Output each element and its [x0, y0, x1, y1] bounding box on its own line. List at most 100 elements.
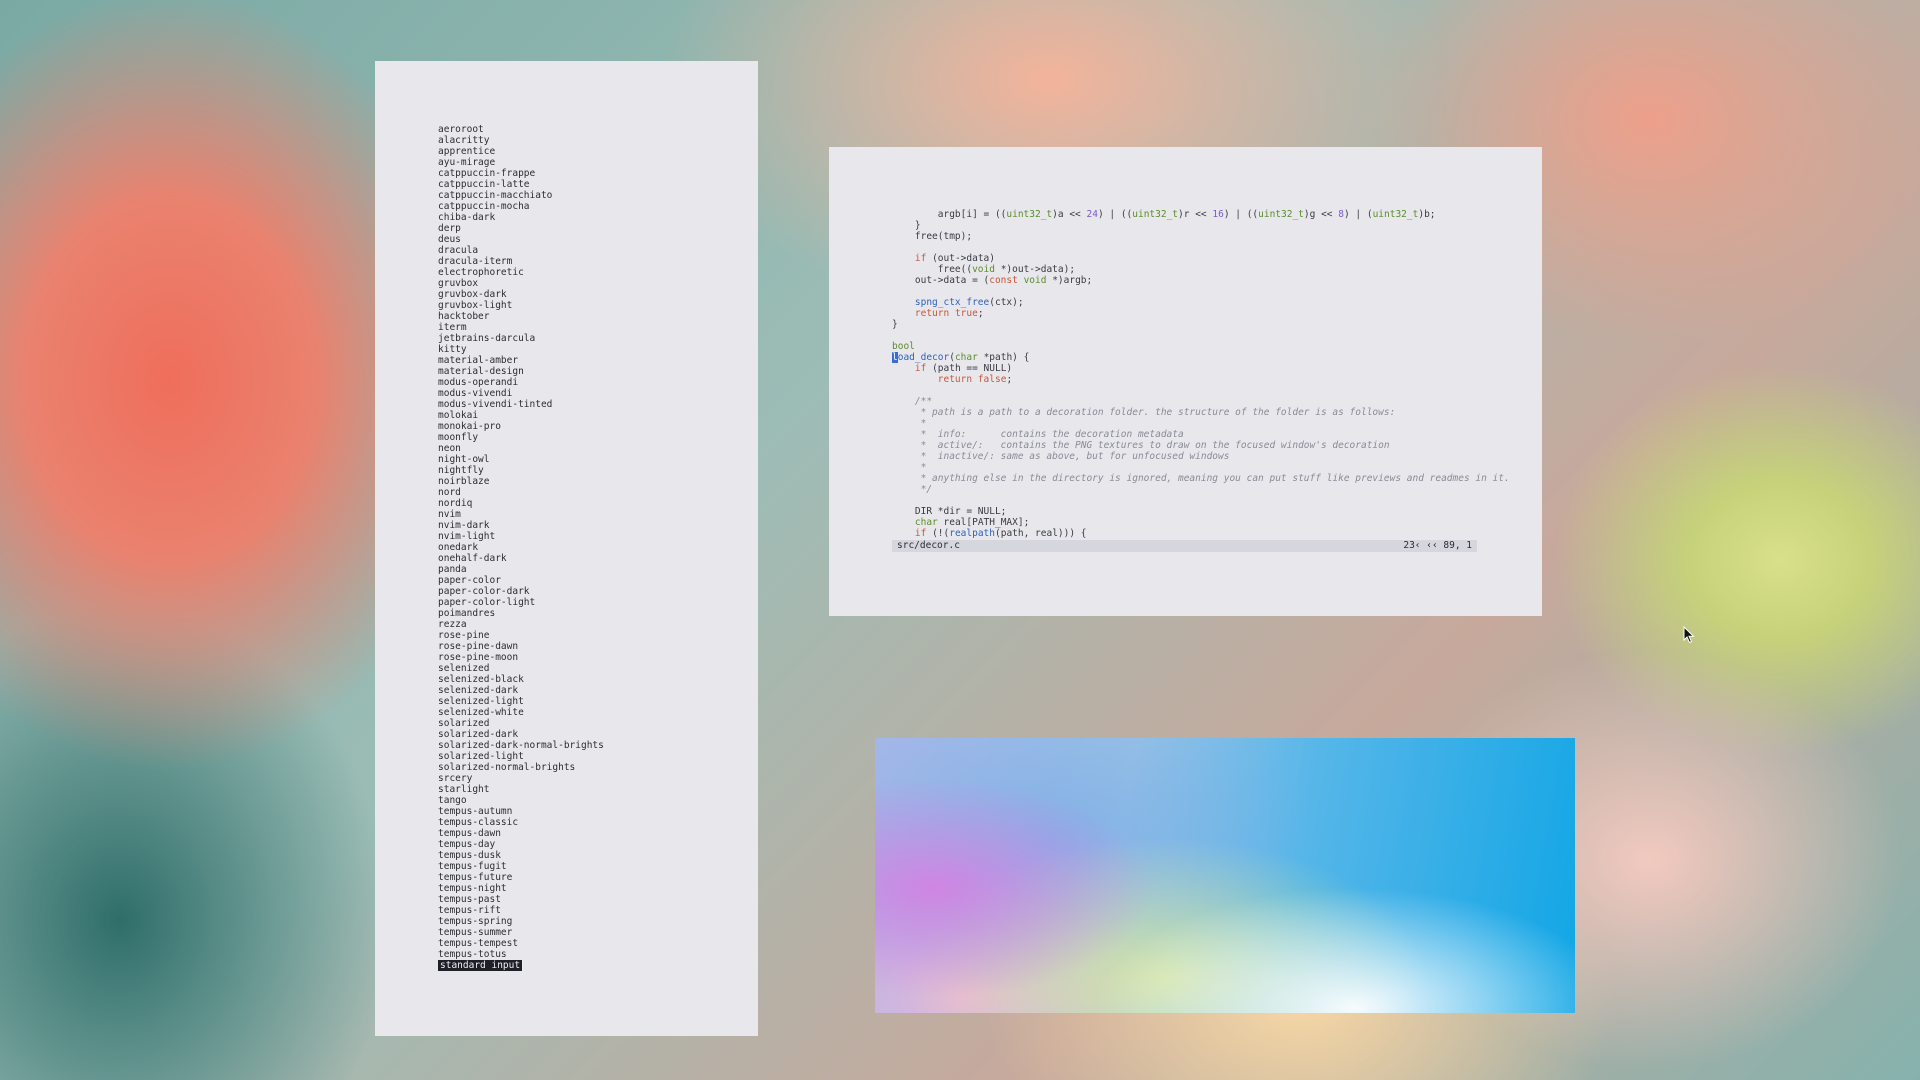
- list-item[interactable]: paper-color-dark: [438, 586, 604, 597]
- list-item[interactable]: nvim: [438, 509, 604, 520]
- editor-window[interactable]: argb[i] = ((uint32_t)a << 24) | ((uint32…: [829, 147, 1542, 616]
- code-token: void: [972, 264, 995, 275]
- list-item[interactable]: rezza: [438, 619, 604, 630]
- code-token: true: [954, 308, 978, 319]
- list-item[interactable]: starlight: [438, 784, 604, 795]
- code-token: real[PATH_MAX];: [937, 517, 1030, 528]
- code-token: realpath: [949, 528, 995, 539]
- list-item[interactable]: tempus-past: [438, 894, 604, 905]
- list-item[interactable]: alacritty: [438, 135, 604, 146]
- list-item[interactable]: nvim-dark: [438, 520, 604, 531]
- list-item[interactable]: ayu-mirage: [438, 157, 604, 168]
- list-item[interactable]: tempus-classic: [438, 817, 604, 828]
- list-item[interactable]: catppuccin-macchiato: [438, 190, 604, 201]
- list-item[interactable]: monokai-pro: [438, 421, 604, 432]
- list-item[interactable]: molokai: [438, 410, 604, 421]
- code-token: ) | ((: [1097, 209, 1133, 220]
- list-item[interactable]: gruvbox-light: [438, 300, 604, 311]
- code-token: oad_decor: [897, 352, 950, 363]
- list-item[interactable]: catppuccin-frappe: [438, 168, 604, 179]
- list-item[interactable]: nordiq: [438, 498, 604, 509]
- list-item[interactable]: aeroroot: [438, 124, 604, 135]
- code-line: free((void *)out->data);: [892, 264, 1477, 275]
- list-item[interactable]: night-owl: [438, 454, 604, 465]
- list-item[interactable]: selenized-black: [438, 674, 604, 685]
- list-item[interactable]: modus-vivendi-tinted: [438, 399, 604, 410]
- code-line: /**: [892, 396, 1477, 407]
- list-item[interactable]: hacktober: [438, 311, 604, 322]
- list-item[interactable]: neon: [438, 443, 604, 454]
- list-item[interactable]: modus-operandi: [438, 377, 604, 388]
- list-item[interactable]: dracula-iterm: [438, 256, 604, 267]
- list-item[interactable]: solarized-dark-normal-brights: [438, 740, 604, 751]
- code-token: free(tmp);: [892, 231, 973, 242]
- list-item[interactable]: paper-color: [438, 575, 604, 586]
- code-buffer[interactable]: argb[i] = ((uint32_t)a << 24) | ((uint32…: [892, 209, 1510, 539]
- list-item[interactable]: material-amber: [438, 355, 604, 366]
- list-item[interactable]: solarized: [438, 718, 604, 729]
- gradient-image-window[interactable]: [875, 738, 1575, 1013]
- list-item[interactable]: tempus-future: [438, 872, 604, 883]
- list-item[interactable]: catppuccin-mocha: [438, 201, 604, 212]
- list-item[interactable]: material-design: [438, 366, 604, 377]
- list-item[interactable]: tempus-autumn: [438, 806, 604, 817]
- list-item[interactable]: onedark: [438, 542, 604, 553]
- list-item[interactable]: selenized-dark: [438, 685, 604, 696]
- list-item[interactable]: poimandres: [438, 608, 604, 619]
- list-item[interactable]: tempus-spring: [438, 916, 604, 927]
- list-item[interactable]: rose-pine-moon: [438, 652, 604, 663]
- list-item[interactable]: tempus-night: [438, 883, 604, 894]
- code-line: DIR *dir = NULL;: [892, 506, 1477, 517]
- list-item[interactable]: onehalf-dark: [438, 553, 604, 564]
- list-item[interactable]: deus: [438, 234, 604, 245]
- theme-picker-window[interactable]: aeroroot alacritty apprentice ayu-mirage cat…: [375, 61, 758, 1036]
- list-item[interactable]: noirblaze: [438, 476, 604, 487]
- list-item[interactable]: nightfly: [438, 465, 604, 476]
- list-item[interactable]: tempus-dusk: [438, 850, 604, 861]
- code-token: * inactive/: same as above, but for unfo…: [892, 451, 1230, 462]
- list-item[interactable]: moonfly: [438, 432, 604, 443]
- list-item[interactable]: tango: [438, 795, 604, 806]
- list-item[interactable]: kitty: [438, 344, 604, 355]
- list-item[interactable]: selenized-white: [438, 707, 604, 718]
- code-line: * anything else in the directory is igno…: [892, 473, 1510, 484]
- code-token: (path == NULL): [926, 363, 1013, 374]
- list-item[interactable]: gruvbox: [438, 278, 604, 289]
- list-item[interactable]: solarized-dark: [438, 729, 604, 740]
- list-item[interactable]: selenized-light: [438, 696, 604, 707]
- prompt-input[interactable]: standard input: [438, 960, 523, 971]
- list-item[interactable]: rose-pine-dawn: [438, 641, 604, 652]
- list-item[interactable]: electrophoretic: [438, 267, 604, 278]
- list-item[interactable]: modus-vivendi: [438, 388, 604, 399]
- code-token: (out->data): [926, 253, 995, 264]
- list-item[interactable]: tempus-day: [438, 839, 604, 850]
- list-item[interactable]: tempus-summer: [438, 927, 604, 938]
- list-item[interactable]: gruvbox-dark: [438, 289, 604, 300]
- list-item[interactable]: srcery: [438, 773, 604, 784]
- list-item[interactable]: rose-pine: [438, 630, 604, 641]
- list-item[interactable]: paper-color-light: [438, 597, 604, 608]
- list-item[interactable]: tempus-totus: [438, 949, 604, 960]
- list-item[interactable]: tempus-dawn: [438, 828, 604, 839]
- list-item[interactable]: apprentice: [438, 146, 604, 157]
- code-token: }: [892, 319, 898, 330]
- list-item[interactable]: solarized-light: [438, 751, 604, 762]
- list-item[interactable]: tempus-rift: [438, 905, 604, 916]
- list-item[interactable]: nord: [438, 487, 604, 498]
- code-token: uint32_t: [1372, 209, 1419, 220]
- list-item[interactable]: catppuccin-latte: [438, 179, 604, 190]
- list-item[interactable]: panda: [438, 564, 604, 575]
- list-item[interactable]: nvim-light: [438, 531, 604, 542]
- list-item[interactable]: derp: [438, 223, 604, 234]
- code-line: * inactive/: same as above, but for unfo…: [892, 451, 1477, 462]
- list-item[interactable]: dracula: [438, 245, 604, 256]
- list-item[interactable]: tempus-fugit: [438, 861, 604, 872]
- list-item[interactable]: selenized: [438, 663, 604, 674]
- list-item[interactable]: chiba-dark: [438, 212, 604, 223]
- list-item[interactable]: iterm: [438, 322, 604, 333]
- list-item[interactable]: tempus-tempest: [438, 938, 604, 949]
- list-item[interactable]: jetbrains-darcula: [438, 333, 604, 344]
- list-item[interactable]: solarized-normal-brights: [438, 762, 604, 773]
